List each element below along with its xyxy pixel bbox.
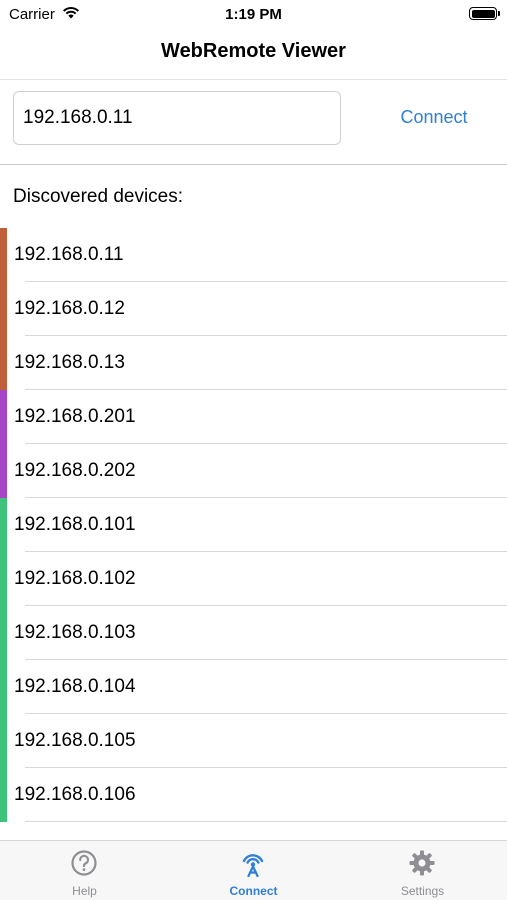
group-color-bar [0,660,7,714]
tab-label: Connect [229,884,278,898]
list-item[interactable]: 192.168.0.105 [0,714,507,768]
clock: 1:19 PM [225,6,282,23]
list-item[interactable]: 192.168.0.202 [0,444,507,498]
group-color-bar [0,336,7,390]
device-list: 192.168.0.11 192.168.0.12 192.168.0.13 1… [0,228,507,822]
form-divider [0,164,507,165]
group-color-bar [0,606,7,660]
device-ip: 192.168.0.12 [14,298,125,319]
tab-label: Settings [400,884,445,898]
page-title: WebRemote Viewer [161,40,346,62]
tab-label: Help [72,884,97,898]
device-ip: 192.168.0.101 [14,514,136,535]
list-item[interactable]: 192.168.0.104 [0,660,507,714]
group-color-bar [0,390,7,444]
group-color-bar [0,498,7,552]
device-ip: 192.168.0.105 [14,730,136,751]
status-bar: Carrier 1:19 PM [0,0,507,28]
nav-divider [0,79,507,80]
list-item[interactable]: 192.168.0.102 [0,552,507,606]
device-ip: 192.168.0.104 [14,676,136,697]
group-color-bar [0,282,7,336]
device-ip: 192.168.0.13 [14,352,125,373]
device-ip: 192.168.0.103 [14,622,136,643]
group-color-bar [0,552,7,606]
question-circle-icon [71,850,97,876]
list-item[interactable]: 192.168.0.103 [0,606,507,660]
ip-address-input[interactable] [13,91,341,145]
tab-help[interactable]: Help [0,841,169,900]
list-item[interactable]: 192.168.0.11 [0,228,507,282]
device-ip: 192.168.0.202 [14,460,136,481]
tab-bar: Help Connect Settings [0,840,507,900]
device-ip: 192.168.0.106 [14,784,136,805]
device-ip: 192.168.0.11 [14,244,124,265]
row-divider [25,821,507,822]
device-ip: 192.168.0.102 [14,568,136,589]
antenna-icon [242,854,264,877]
list-item[interactable]: 192.168.0.201 [0,390,507,444]
group-color-bar [0,714,7,768]
group-color-bar [0,768,7,822]
connect-button[interactable]: Connect [380,107,488,128]
battery-icon [469,7,500,20]
gear-icon [409,850,435,876]
device-ip: 192.168.0.201 [14,406,136,427]
group-color-bar [0,444,7,498]
discovered-devices-label: Discovered devices: [13,186,184,207]
group-color-bar [0,228,7,282]
list-item[interactable]: 192.168.0.13 [0,336,507,390]
list-item[interactable]: 192.168.0.101 [0,498,507,552]
tab-connect[interactable]: Connect [169,841,338,900]
tab-settings[interactable]: Settings [338,841,507,900]
list-item[interactable]: 192.168.0.106 [0,768,507,822]
list-item[interactable]: 192.168.0.12 [0,282,507,336]
